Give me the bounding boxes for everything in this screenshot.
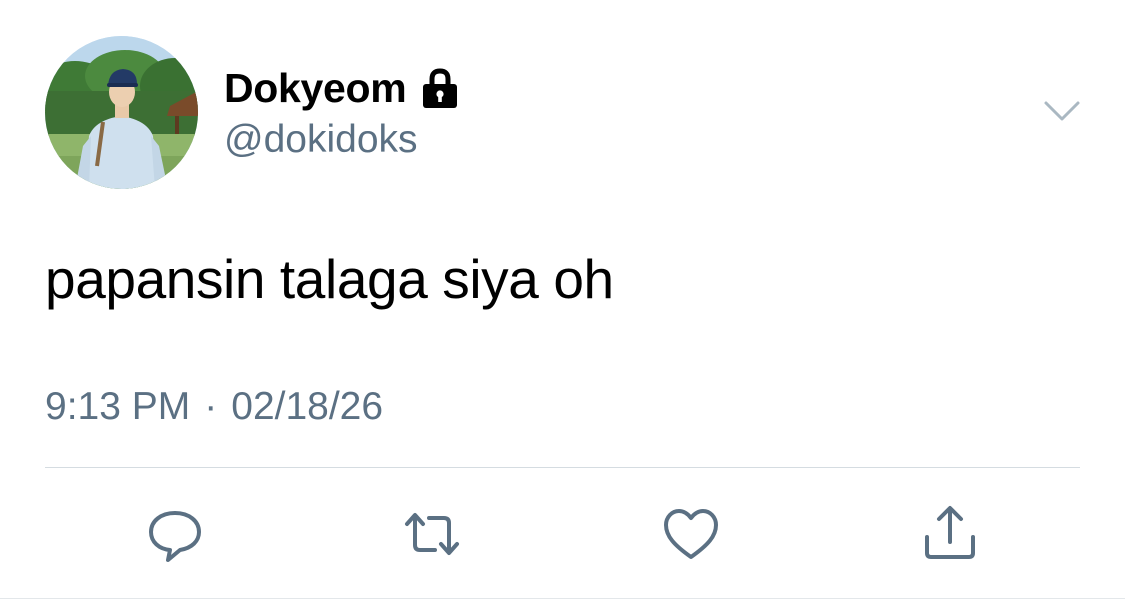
display-name[interactable]: Dokyeom <box>224 65 407 112</box>
profile-photo <box>45 36 198 189</box>
author-name-row: Dokyeom <box>224 64 460 112</box>
lock-icon <box>420 67 460 109</box>
share-icon[interactable] <box>921 505 979 563</box>
meta-separator: · <box>204 385 218 428</box>
chevron-down-icon[interactable] <box>1043 98 1081 124</box>
like-icon[interactable] <box>662 505 720 563</box>
retweet-icon[interactable] <box>403 505 461 563</box>
tweet-date[interactable]: 02/18/26 <box>231 385 383 429</box>
tweet-meta: 9:13 PM · 02/18/26 <box>45 385 383 429</box>
bottom-divider <box>0 598 1125 599</box>
user-handle[interactable]: @dokidoks <box>224 118 418 162</box>
tweet-time[interactable]: 9:13 PM <box>45 385 190 429</box>
avatar[interactable] <box>45 36 198 189</box>
reply-icon[interactable] <box>146 505 204 563</box>
divider <box>45 467 1080 468</box>
tweet-text: papansin talaga siya oh <box>45 248 614 310</box>
